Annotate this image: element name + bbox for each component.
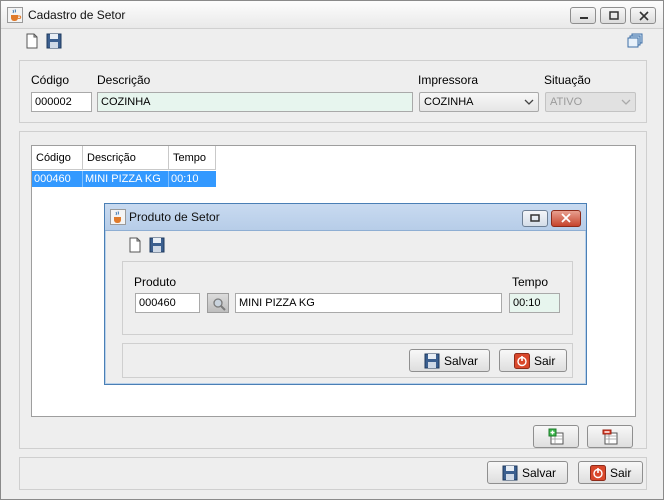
chevron-down-icon (621, 99, 631, 105)
minimize-icon (580, 17, 588, 19)
magnifier-icon (213, 298, 226, 311)
close-icon (639, 11, 649, 21)
exit-button[interactable]: Sair (578, 461, 643, 484)
dialog-exit-label: Sair (534, 354, 556, 368)
column-header-codigo[interactable]: Código (32, 146, 83, 170)
dialog-title-bar[interactable]: Produto de Setor (105, 204, 586, 231)
descricao-label: Descrição (97, 73, 151, 87)
cell-codigo: 000460 (32, 171, 83, 187)
new-document-icon[interactable] (24, 33, 40, 49)
descricao-field[interactable]: COZINHA (97, 92, 413, 112)
remove-row-button[interactable] (587, 425, 633, 448)
chevron-down-icon (524, 99, 534, 105)
floppy-disk-icon[interactable] (46, 33, 62, 49)
impressora-selected-value: COZINHA (424, 96, 474, 108)
save-button-label: Salvar (522, 466, 557, 480)
product-lookup-button[interactable] (207, 293, 229, 313)
produto-dialog: Produto de Setor Produto Tempo 000460 MI… (104, 203, 587, 385)
maximize-button[interactable] (600, 7, 626, 24)
floppy-disk-icon (502, 465, 518, 481)
produto-name-field[interactable]: MINI PIZZA KG (235, 293, 502, 313)
codigo-field[interactable]: 000002 (31, 92, 92, 112)
impressora-label: Impressora (418, 73, 479, 87)
cascade-windows-icon[interactable] (627, 33, 643, 49)
maximize-icon (609, 11, 619, 20)
cell-tempo: 00:10 (171, 173, 199, 185)
power-icon (514, 353, 530, 369)
produto-label: Produto (134, 275, 177, 289)
remove-row-icon (602, 429, 618, 445)
title-bar[interactable]: Cadastro de Setor (1, 1, 663, 29)
column-header-tempo[interactable]: Tempo (169, 146, 216, 170)
floppy-disk-icon[interactable] (149, 237, 165, 253)
maximize-icon (530, 214, 540, 222)
dialog-title: Produto de Setor (129, 210, 220, 224)
dialog-close-button[interactable] (551, 210, 581, 227)
new-document-icon[interactable] (127, 237, 143, 253)
dialog-footer-panel: Salvar Sair (122, 343, 573, 378)
power-icon (590, 465, 606, 481)
situacao-select[interactable]: ATIVO (545, 92, 636, 112)
produto-code-field[interactable]: 000460 (135, 293, 200, 313)
table-row[interactable]: 000460 MINI PIZZA KG 00:10 (32, 171, 216, 187)
situacao-selected-value: ATIVO (550, 96, 583, 108)
codigo-label: Código (31, 73, 70, 87)
dialog-save-button[interactable]: Salvar (409, 349, 490, 372)
dialog-body: Produto Tempo 000460 MINI PIZZA KG 00:10… (109, 232, 582, 380)
column-header-descricao[interactable]: Descrição (83, 146, 169, 170)
window-title: Cadastro de Setor (28, 8, 126, 22)
java-cup-icon (110, 209, 126, 225)
dialog-form-panel: Produto Tempo 000460 MINI PIZZA KG 00:10 (122, 261, 573, 335)
floppy-disk-icon (424, 353, 440, 369)
close-icon (561, 213, 571, 223)
form-panel: Código Descrição Impressora Situação 000… (19, 60, 647, 123)
minimize-button[interactable] (570, 7, 596, 24)
cell-descricao: MINI PIZZA KG (83, 171, 169, 187)
close-button[interactable] (630, 7, 656, 24)
add-row-button[interactable] (533, 425, 579, 448)
situacao-label: Situação (544, 73, 591, 87)
tempo-field[interactable]: 00:10 (509, 293, 560, 313)
dialog-maximize-button[interactable] (522, 210, 548, 227)
dialog-exit-button[interactable]: Sair (499, 349, 567, 372)
exit-button-label: Sair (610, 466, 632, 480)
impressora-select[interactable]: COZINHA (419, 92, 539, 112)
java-cup-icon (7, 7, 23, 23)
footer-panel: Salvar Sair (19, 457, 647, 490)
dialog-save-label: Salvar (444, 354, 479, 368)
save-button[interactable]: Salvar (487, 461, 568, 484)
add-row-icon (548, 428, 564, 445)
tempo-label: Tempo (512, 275, 549, 289)
